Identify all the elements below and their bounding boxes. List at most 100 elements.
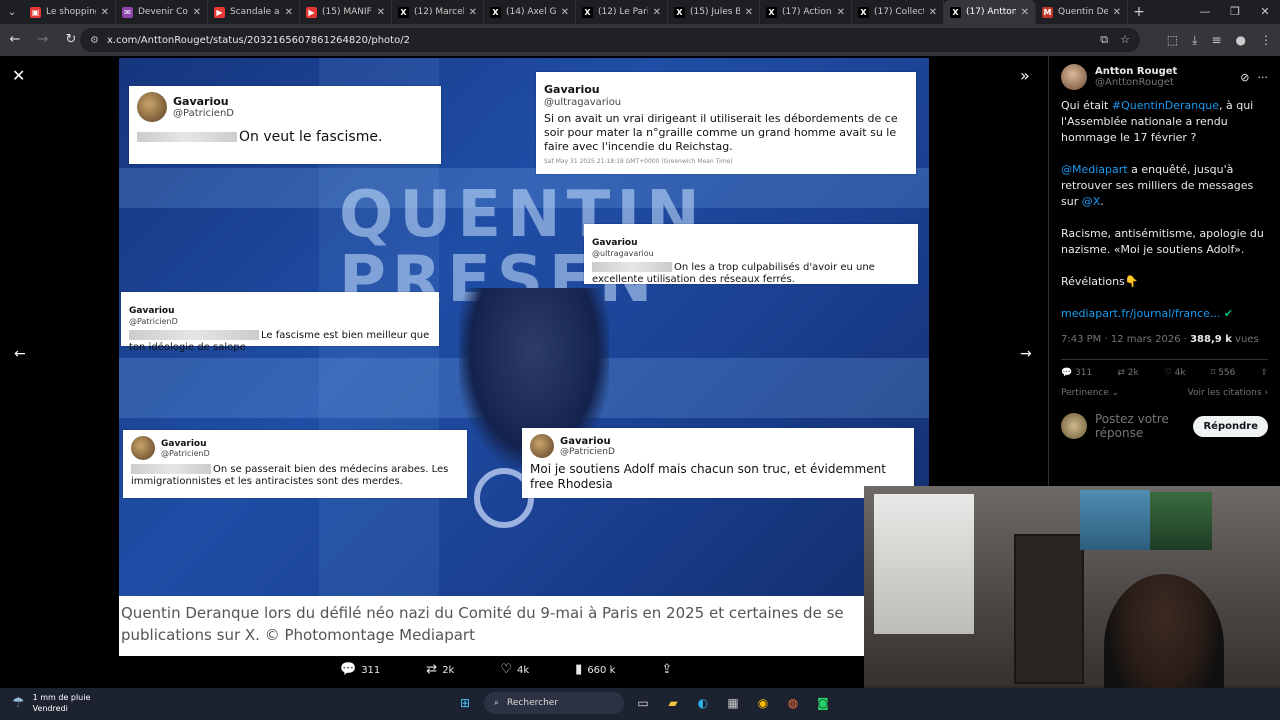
tab-close-icon[interactable]: ✕ [1021,7,1029,18]
download-icon[interactable]: ⤓ [1192,33,1197,48]
bookmark-button[interactable]: ⌑ 556 [1211,368,1236,378]
back-icon[interactable]: ← [6,31,24,49]
install-app-icon[interactable]: ⧉ [1100,33,1108,47]
site-info-icon[interactable]: ⚙ [90,35,99,46]
reply-submit-button[interactable]: Répondre [1193,415,1268,437]
grok-icon[interactable]: ⊘ [1240,71,1249,84]
tab-favicon-icon: ▣ [30,6,41,18]
store-icon[interactable]: ▦ [722,692,744,714]
webcam-poster [1080,490,1150,550]
extensions-icon[interactable]: ⬚ [1167,33,1178,47]
bookmark-star-icon[interactable]: ☆ [1120,33,1130,47]
browser-tab[interactable]: X (14) Axel Gr ✕ [484,0,576,24]
sort-dropdown[interactable]: Pertinence ⌄ [1061,388,1119,398]
browser-tab[interactable]: X (17) Action A ✕ [760,0,852,24]
views-button[interactable]: ▮ 660 k [575,662,615,677]
previous-photo-icon[interactable]: ← [14,346,26,362]
repost-button[interactable]: ⇄ 2k [1117,368,1138,378]
windows-start-icon[interactable]: ⊞ [454,692,476,714]
whatsapp-icon[interactable]: ◙ [812,692,834,714]
view-quotes-link[interactable]: Voir les citations › [1187,388,1268,398]
extension-icons: ⬚ ⤓ ≡ ● ⋮ [1167,24,1272,56]
browser-tab[interactable]: X (17) Antton ✕ [944,0,1036,24]
chrome-icon[interactable]: ◉ [752,692,774,714]
browser-tab[interactable]: X (12) Le Paris ✕ [576,0,668,24]
repost-button[interactable]: ⇄ 2k [426,662,454,677]
tab-label: Devenir Com [138,7,188,17]
like-button[interactable]: ♡ 4k [500,662,529,677]
browser-tab[interactable]: M Quentin De ✕ [1036,0,1128,24]
browser-tab[interactable]: X (15) Jules Bl ✕ [668,0,760,24]
search-icon: ⌕ [494,698,500,708]
quoted-post-card: Gavariou @PatricienD Moi je soutiens Ado… [522,428,914,498]
tab-close-icon[interactable]: ✕ [653,7,661,18]
mention-link[interactable]: @X [1082,195,1101,208]
more-options-icon[interactable]: ··· [1258,71,1269,84]
browser-tab[interactable]: X (12) Marcel ✕ [392,0,484,24]
task-view-icon[interactable]: ▭ [632,692,654,714]
maximize-icon[interactable]: ❐ [1220,0,1250,24]
quoted-post-card: Gavariou @PatricienD Le fascisme est bie… [121,292,439,353]
hashtag-link[interactable]: #QuentinDeranque [1112,99,1219,112]
forward-icon[interactable]: → [34,31,52,49]
weather-widget[interactable]: ☂ 1 mm de pluie Vendredi [12,692,90,714]
browser-tab[interactable]: ▶ (15) MANIF ✕ [300,0,392,24]
author-handle[interactable]: @AnttonRouget [1095,77,1177,88]
share-icon[interactable]: ⇪ [1260,368,1268,378]
tab-close-icon[interactable]: ✕ [193,7,201,18]
tab-close-icon[interactable]: ✕ [929,7,937,18]
tab-favicon-icon: ▶ [214,6,225,18]
tab-search-icon[interactable]: ⌄ [0,0,24,24]
tab-close-icon[interactable]: ✕ [837,7,845,18]
tab-favicon-icon: ▶ [306,6,317,18]
address-bar[interactable]: ⚙ x.com/AnttonRouget/status/203216560786… [80,28,1140,52]
share-button[interactable]: ⇪ [661,662,677,677]
tab-close-icon[interactable]: ✕ [101,7,109,18]
expand-panel-icon[interactable]: » [1020,66,1030,85]
redacted-mention [131,464,211,474]
reply-button[interactable]: 💬 311 [340,662,380,677]
tab-close-icon[interactable]: ✕ [469,7,477,18]
browser-tab[interactable]: X (17) Collecti ✕ [852,0,944,24]
author-name[interactable]: Antton Rouget [1095,66,1177,77]
minimize-icon[interactable]: — [1190,0,1220,24]
tweet-actions: 💬 311 ⇄ 2k ♡ 4k ⌑ 556 ⇪ [1061,359,1268,378]
quoted-post-card: Gavariou @ultragavariou Si on avait un v… [536,72,916,174]
reload-icon[interactable]: ↻ [62,31,80,49]
webcam-poster [1150,492,1212,550]
webcam-window [874,494,974,634]
profile-icon[interactable]: ● [1236,33,1246,47]
tab-close-icon[interactable]: ✕ [745,7,753,18]
card-text: Si on avait un vrai dirigeant il utilise… [544,112,898,153]
tab-close-icon[interactable]: ✕ [561,7,569,18]
browser-tab[interactable]: ▶ Scandale au ✕ [208,0,300,24]
article-link[interactable]: mediapart.fr/journal/france... [1061,307,1220,320]
tab-favicon-icon: X [674,6,685,18]
tab-label: (17) Collecti [874,7,924,17]
next-photo-icon[interactable]: → [1020,346,1032,362]
new-tab-button[interactable]: + [1128,4,1150,20]
reply-input[interactable]: Postez votre réponse [1095,412,1185,440]
like-button[interactable]: ♡ 4k [1164,368,1186,378]
mention-link[interactable]: @Mediapart [1061,163,1128,176]
tab-close-icon[interactable]: ✕ [285,7,293,18]
card-timestamp: Sat May 31 2025 21:18:18 GMT+0000 (Green… [544,158,733,165]
browser-tab[interactable]: ✉ Devenir Com ✕ [116,0,208,24]
webcam-bookshelf [1014,534,1084,684]
reply-button[interactable]: 💬 311 [1061,368,1092,378]
browser-toolbar: ← → ↻ ⚙ x.com/AnttonRouget/status/203216… [0,24,1280,56]
tab-close-icon[interactable]: ✕ [1113,7,1121,18]
edge-icon[interactable]: ◐ [692,692,714,714]
firefox-icon[interactable]: ◍ [782,692,804,714]
tab-label: (12) Marcel [414,7,464,17]
tab-close-icon[interactable]: ✕ [377,7,385,18]
close-window-icon[interactable]: ✕ [1250,0,1280,24]
avatar[interactable] [1061,64,1087,90]
caption-line: Quentin Deranque lors du défilé néo nazi… [121,604,844,622]
browser-tab[interactable]: ▣ Le shopping ✕ [24,0,116,24]
tab-groups-icon[interactable]: ≡ [1211,33,1221,47]
file-explorer-icon[interactable]: ▰ [662,692,684,714]
close-icon[interactable]: ✕ [12,66,25,85]
browser-menu-icon[interactable]: ⋮ [1260,33,1272,47]
taskbar-search[interactable]: ⌕ Rechercher [484,692,624,714]
